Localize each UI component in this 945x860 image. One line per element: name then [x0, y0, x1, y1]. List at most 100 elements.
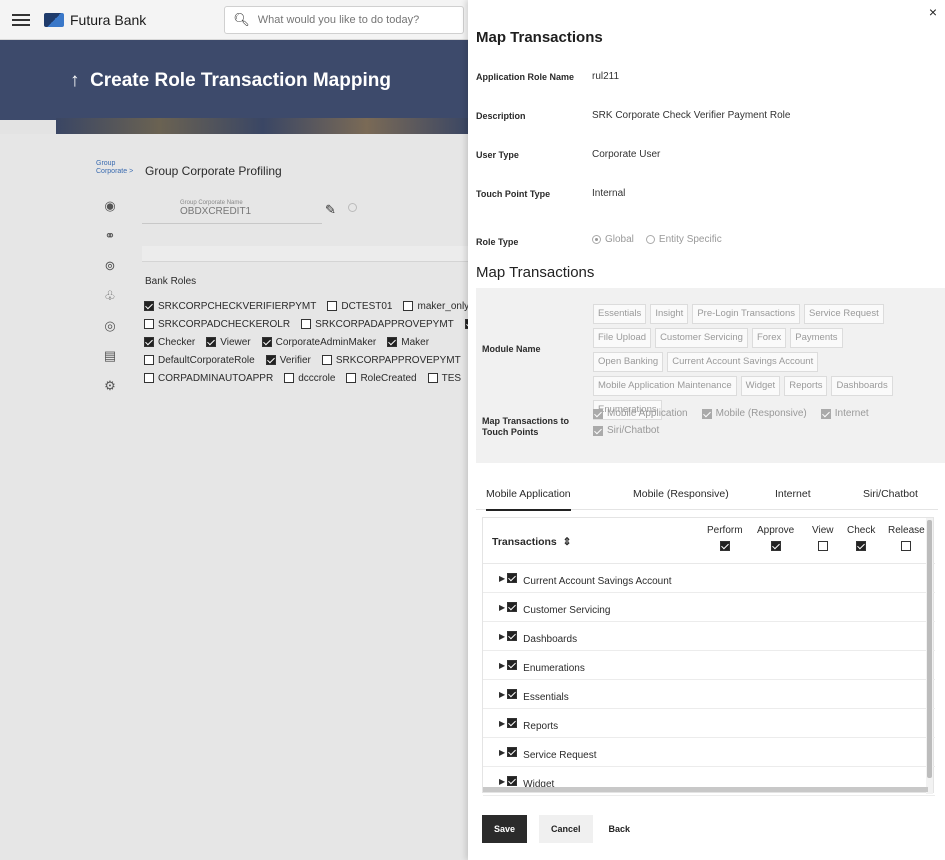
scrollbar-thumb[interactable]	[927, 520, 932, 778]
group-icon[interactable]: ♧	[102, 288, 118, 304]
touch-point-checkbox[interactable]: Mobile Application	[593, 408, 688, 419]
bank-role-checkbox[interactable]: Checker	[144, 337, 195, 348]
menu-icon[interactable]	[12, 13, 30, 26]
support-icon[interactable]: ◎	[102, 318, 118, 334]
transaction-checkbox[interactable]	[507, 718, 518, 728]
transaction-row[interactable]: ▶ Reports	[483, 709, 935, 738]
module-chip[interactable]: Essentials	[593, 304, 647, 324]
expand-caret-icon[interactable]: ▶	[499, 632, 505, 641]
module-chip[interactable]: Reports	[784, 376, 828, 396]
back-button[interactable]: Back	[605, 815, 635, 843]
tab-mobile-application[interactable]: Mobile Application	[486, 488, 571, 511]
location-icon[interactable]: ⊚	[102, 258, 118, 274]
module-chip[interactable]: Insight	[650, 304, 689, 324]
role-type-global-radio[interactable]: Global	[592, 234, 634, 245]
edit-icon[interactable]: ✎	[325, 202, 336, 218]
bank-role-label: Checker	[158, 336, 196, 348]
transaction-row[interactable]: ▶ Customer Servicing	[483, 593, 935, 622]
transaction-row[interactable]: ▶ Current Account Savings Account	[483, 564, 935, 593]
transaction-checkbox[interactable]	[507, 631, 518, 641]
transaction-checkbox[interactable]	[507, 776, 518, 786]
sort-icon[interactable]: ⇕	[563, 536, 572, 548]
module-chip[interactable]: Customer Servicing	[655, 328, 748, 348]
expand-caret-icon[interactable]: ▶	[499, 777, 505, 786]
module-chip[interactable]: Mobile Application Maintenance	[593, 376, 737, 396]
bank-role-checkbox[interactable]: Viewer	[206, 337, 251, 348]
bank-role-checkbox[interactable]: SRKCORPADAPPROVEPYMT	[301, 319, 454, 330]
permission-checkbox[interactable]	[719, 541, 730, 551]
expand-caret-icon[interactable]: ▶	[499, 661, 505, 670]
save-button[interactable]: Save	[482, 815, 528, 843]
transaction-checkbox[interactable]	[507, 660, 518, 670]
module-chip[interactable]: Dashboards	[831, 376, 893, 396]
module-chip[interactable]: File Upload	[593, 328, 652, 348]
bank-role-checkbox[interactable]: SRKCORPADCHECKEROLR	[144, 319, 290, 330]
touch-point-checkbox[interactable]: Mobile (Responsive)	[701, 408, 807, 419]
tab-siri-chatbot[interactable]: Siri/Chatbot	[863, 488, 918, 500]
permission-label: Perform	[707, 525, 743, 536]
bank-role-checkbox[interactable]: maker_only	[403, 301, 469, 312]
transaction-row[interactable]: ▶ Service Request	[483, 738, 935, 767]
divider	[142, 246, 470, 262]
bank-logo-icon	[44, 12, 64, 27]
radio-unselected-icon	[645, 235, 655, 244]
module-chip[interactable]: Payments	[790, 328, 843, 348]
transaction-checkbox[interactable]	[507, 602, 518, 612]
network-icon[interactable]: ⚙	[102, 378, 118, 394]
breadcrumb[interactable]: Group Corporate >	[96, 160, 136, 176]
module-chip[interactable]: Open Banking	[593, 352, 664, 372]
bank-role-checkbox[interactable]: TES	[427, 373, 461, 384]
cancel-button[interactable]: Cancel	[539, 815, 593, 843]
transaction-row[interactable]: ▶ Enumerations	[483, 651, 935, 680]
bank-role-checkbox[interactable]: DCTEST01	[327, 301, 392, 312]
role-type-entity-radio[interactable]: Entity Specific	[645, 234, 722, 245]
expand-caret-icon[interactable]: ▶	[499, 719, 505, 728]
expand-caret-icon[interactable]: ▶	[499, 690, 505, 699]
transaction-row[interactable]: ▶ Essentials	[483, 680, 935, 709]
touch-point-checkbox[interactable]: Siri/Chatbot	[593, 425, 659, 436]
transactions-header-label[interactable]: Transactions ⇕	[492, 536, 571, 548]
tab-internet[interactable]: Internet	[775, 488, 811, 500]
horizontal-scrollbar[interactable]	[483, 787, 928, 792]
bank-role-checkbox[interactable]: Verifier	[265, 355, 311, 366]
transaction-checkbox[interactable]	[507, 689, 518, 699]
module-chip[interactable]: Widget	[740, 376, 781, 396]
transaction-checkbox[interactable]	[507, 747, 518, 757]
permission-label: Release	[888, 525, 925, 536]
transaction-checkbox[interactable]	[507, 573, 518, 583]
permission-checkbox[interactable]	[770, 541, 781, 551]
bank-role-checkbox[interactable]: SRKCORPAPPROVEPYMT	[321, 355, 461, 366]
bank-role-checkbox[interactable]: CORPADMINAUTOAPPR	[144, 373, 273, 384]
profile-title: Group Corporate Profiling	[145, 164, 282, 178]
search-input[interactable]	[257, 13, 448, 26]
close-icon[interactable]: ×	[929, 4, 937, 20]
module-chip[interactable]: Current Account Savings Account	[667, 352, 819, 372]
info-icon[interactable]	[348, 203, 357, 212]
permission-checkbox[interactable]	[901, 541, 912, 551]
users-icon[interactable]: ⚭	[102, 228, 118, 244]
expand-caret-icon[interactable]: ▶	[499, 748, 505, 757]
tab-mobile-responsive[interactable]: Mobile (Responsive)	[633, 488, 729, 500]
module-chip[interactable]: Service Request	[804, 304, 884, 324]
permission-checkbox[interactable]	[856, 541, 867, 551]
checkbox-checked-icon	[206, 337, 217, 347]
touch-point-checkbox[interactable]: Internet	[820, 408, 869, 419]
bank-role-checkbox[interactable]: dcccrole	[284, 373, 335, 384]
bank-role-checkbox[interactable]: Maker	[387, 337, 429, 348]
module-chip[interactable]: Forex	[751, 328, 787, 348]
brand-name: Futura Bank	[70, 11, 147, 28]
globe-icon[interactable]: ◉	[102, 198, 118, 214]
bank-role-checkbox[interactable]: CorporateAdminMaker	[261, 337, 376, 348]
expand-caret-icon[interactable]: ▶	[499, 574, 505, 583]
bank-role-checkbox[interactable]: DefaultCorporateRole	[144, 355, 255, 366]
permission-checkbox[interactable]	[817, 541, 828, 551]
expand-caret-icon[interactable]: ▶	[499, 603, 505, 612]
back-arrow-icon[interactable]: ↑	[70, 70, 80, 91]
bank-role-checkbox[interactable]: RoleCreated	[346, 373, 417, 384]
search-box[interactable]: 🔍︎	[224, 5, 465, 34]
module-chip[interactable]: Pre-Login Transactions	[692, 304, 801, 324]
report-icon[interactable]: ▤	[102, 348, 118, 364]
bank-role-checkbox[interactable]: SRKCORPCHECKVERIFIERPYMT	[144, 301, 316, 312]
vertical-scrollbar[interactable]	[926, 518, 933, 794]
transaction-row[interactable]: ▶ Dashboards	[483, 622, 935, 651]
